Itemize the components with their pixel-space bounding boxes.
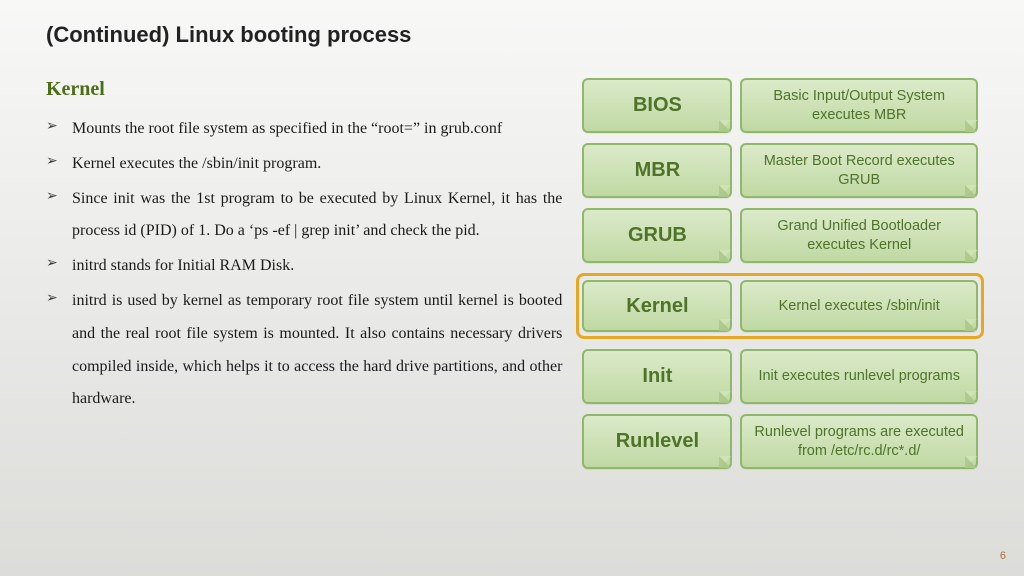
diagram-row-mbr: MBR Master Boot Record executes GRUB (582, 143, 978, 198)
diagram-row-runlevel: Runlevel Runlevel programs are executed … (582, 414, 978, 469)
diagram-stage-desc: Basic Input/Output System executes MBR (740, 78, 978, 133)
diagram-stage-desc: Master Boot Record executes GRUB (740, 143, 978, 198)
diagram-stage-desc: Grand Unified Bootloader executes Kernel (740, 208, 978, 263)
diagram-row-bios: BIOS Basic Input/Output System executes … (582, 78, 978, 133)
diagram-stage-label: Kernel (582, 280, 732, 332)
bullet-list: Mounts the root file system as specified… (46, 113, 562, 416)
diagram-row-grub: GRUB Grand Unified Bootloader executes K… (582, 208, 978, 263)
list-item: Since init was the 1st program to be exe… (46, 183, 562, 249)
list-item: Mounts the root file system as specified… (46, 113, 562, 146)
page-title: (Continued) Linux booting process (46, 22, 978, 48)
diagram-stage-label: Init (582, 349, 732, 404)
diagram-stage-label: Runlevel (582, 414, 732, 469)
diagram-stage-label: GRUB (582, 208, 732, 263)
list-item: Kernel executes the /sbin/init program. (46, 148, 562, 181)
diagram-stage-label: BIOS (582, 78, 732, 133)
diagram-row-init: Init Init executes runlevel programs (582, 349, 978, 404)
diagram-stage-desc: Runlevel programs are executed from /etc… (740, 414, 978, 469)
list-item: initrd is used by kernel as temporary ro… (46, 285, 562, 416)
boot-diagram: BIOS Basic Input/Output System executes … (582, 78, 978, 469)
diagram-stage-label: MBR (582, 143, 732, 198)
diagram-stage-desc: Init executes runlevel programs (740, 349, 978, 404)
page-number: 6 (1000, 550, 1006, 562)
diagram-stage-desc: Kernel executes /sbin/init (740, 280, 978, 332)
list-item: initrd stands for Initial RAM Disk. (46, 250, 562, 283)
diagram-row-kernel: Kernel Kernel executes /sbin/init (576, 273, 984, 339)
section-heading: Kernel (46, 78, 562, 101)
